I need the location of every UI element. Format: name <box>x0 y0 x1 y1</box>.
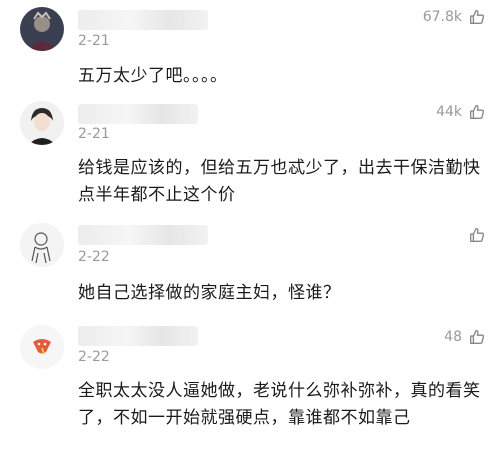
comment-date: 2-21 <box>78 33 110 49</box>
comment-item: 2-22 她自己选择做的家庭主妇，怪谁？ <box>0 213 500 318</box>
avatar[interactable] <box>20 7 64 51</box>
username-blurred[interactable] <box>78 104 198 124</box>
comment-text: 给钱是应该的，但给五万也忒少了，出去干保洁勤快点半年都不止这个价 <box>78 158 481 205</box>
like-count: 48 <box>444 329 462 345</box>
comment-text: 全职太太没人逼她做，老说什么弥补弥补，真的看笑了，不如一开始就强硬点，靠谁都不如… <box>78 381 481 428</box>
like-count: 44k <box>436 104 462 120</box>
avatar[interactable] <box>20 101 64 145</box>
like-button[interactable] <box>462 226 486 244</box>
username-blurred[interactable] <box>78 10 208 30</box>
thumbs-up-outline-icon <box>470 329 485 344</box>
username-blurred[interactable] <box>78 326 198 346</box>
avatar[interactable] <box>20 325 64 369</box>
like-button[interactable]: 48 <box>444 328 486 346</box>
thumbs-up-outline-icon <box>470 227 485 242</box>
thumbs-up-outline-icon <box>470 104 485 119</box>
comment-item: 2-22 48 全职太太没人逼她做，老说什么弥补弥补，真的看笑了，不如一开始就强… <box>0 318 500 469</box>
comment-date: 2-22 <box>78 249 110 265</box>
comment-text: 她自己选择做的家庭主妇，怪谁？ <box>78 283 341 303</box>
comment-item: 2-21 67.8k 五万太少了吧。。。。 <box>0 0 500 95</box>
comment-item: 2-21 44k 给钱是应该的，但给五万也忒少了，出去干保洁勤快点半年都不止这个… <box>0 95 500 213</box>
comment-date: 2-22 <box>78 349 110 365</box>
like-button[interactable]: 67.8k <box>423 8 486 26</box>
username-blurred[interactable] <box>78 225 208 245</box>
comment-date: 2-21 <box>78 126 110 142</box>
like-count: 67.8k <box>422 9 462 25</box>
like-button[interactable]: 44k <box>436 103 486 121</box>
comment-text: 五万太少了吧。。。。 <box>78 66 228 86</box>
thumbs-up-outline-icon <box>470 9 485 24</box>
avatar[interactable] <box>20 223 64 267</box>
